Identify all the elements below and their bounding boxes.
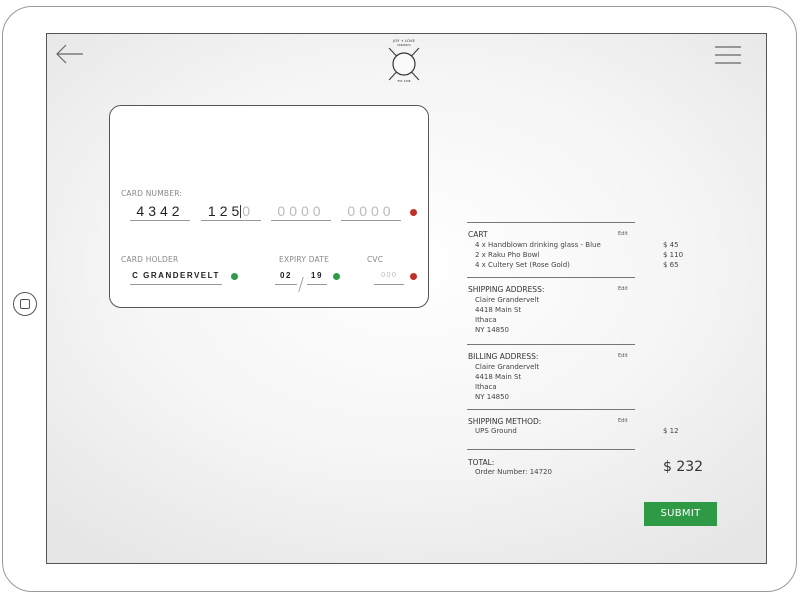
total-amount: $ 232 bbox=[663, 459, 704, 475]
back-arrow-icon[interactable] bbox=[55, 42, 85, 66]
card-number-group-4[interactable]: 0000 bbox=[341, 203, 401, 221]
cvc-label: CVC bbox=[367, 255, 384, 264]
cart-title: CART bbox=[468, 230, 488, 239]
cart-item: 2 x Raku Pho Bowl bbox=[475, 251, 540, 259]
svg-text:JOY + LOVE: JOY + LOVE bbox=[392, 38, 415, 43]
total-title: TOTAL: bbox=[468, 458, 495, 467]
svg-text:CERAMICS: CERAMICS bbox=[397, 43, 411, 47]
checkout-screen: JOY + LOVE CERAMICS EST. 1998 CARD NUMBE… bbox=[46, 33, 767, 564]
card-number-group-3[interactable]: 0000 bbox=[271, 203, 331, 221]
cart-item-price: $ 110 bbox=[663, 251, 684, 259]
address-line: Ithaca bbox=[475, 316, 497, 324]
cart-item: 4 x Handblown drinking glass - Blue bbox=[475, 241, 601, 249]
expiry-separator: / bbox=[298, 274, 305, 295]
address-line: NY 14850 bbox=[475, 393, 510, 401]
address-line: 4418 Main St bbox=[475, 373, 522, 381]
submit-button[interactable]: SUBMIT bbox=[644, 502, 717, 526]
address-line: Claire Grandervelt bbox=[475, 296, 540, 304]
cart-item-price: $ 45 bbox=[663, 241, 679, 249]
shipping-method-title: SHIPPING METHOD: bbox=[468, 417, 542, 426]
billing-address-title: BILLING ADDRESS: bbox=[468, 352, 539, 361]
card-number-group-2[interactable]: 1250 bbox=[201, 203, 261, 221]
address-line: Ithaca bbox=[475, 383, 497, 391]
cart-item: 4 x Cultery Set (Rose Gold) bbox=[475, 261, 570, 269]
cvc-status-indicator bbox=[410, 273, 417, 280]
svg-text:EST. 1998: EST. 1998 bbox=[398, 79, 411, 83]
cart-section: CART Edit 4 x Handblown drinking glass -… bbox=[467, 222, 683, 278]
card-number-label: CARD NUMBER: bbox=[121, 189, 183, 198]
shipping-method-price: $ 12 bbox=[663, 427, 679, 435]
expiry-year-input[interactable]: 19 bbox=[307, 267, 327, 285]
credit-card-form: CARD NUMBER: 4342 1250 0000 0000 CARD HO… bbox=[109, 105, 429, 308]
shipping-method-value: UPS Ground bbox=[475, 427, 517, 435]
total-section: TOTAL: Order Number: 14720 $ 232 bbox=[467, 449, 703, 490]
billing-address-section: BILLING ADDRESS: Edit Claire Grandervelt… bbox=[467, 344, 635, 410]
cart-edit-link[interactable]: Edit bbox=[618, 231, 628, 237]
brand-logo[interactable]: JOY + LOVE CERAMICS EST. 1998 bbox=[383, 38, 425, 84]
card-holder-label: CARD HOLDER bbox=[121, 255, 179, 264]
cvc-input[interactable]: 000 bbox=[374, 267, 404, 285]
card-number-group-1[interactable]: 4342 bbox=[130, 203, 190, 221]
shipping-method-section: SHIPPING METHOD: Edit UPS Ground $ 12 bbox=[467, 409, 679, 450]
order-number: Order Number: 14720 bbox=[475, 468, 552, 476]
cart-item-price: $ 65 bbox=[663, 261, 679, 269]
shipping-method-edit-link[interactable]: Edit bbox=[618, 418, 628, 424]
shipping-address-edit-link[interactable]: Edit bbox=[618, 286, 628, 292]
card-holder-status-indicator bbox=[231, 273, 238, 280]
expiry-month-input[interactable]: 02 bbox=[275, 267, 297, 285]
address-line: NY 14850 bbox=[475, 326, 510, 334]
billing-address-edit-link[interactable]: Edit bbox=[618, 353, 628, 359]
hamburger-menu-icon[interactable] bbox=[715, 46, 741, 64]
shipping-address-section: SHIPPING ADDRESS: Edit Claire Grandervel… bbox=[467, 277, 635, 345]
address-line: 4418 Main St bbox=[475, 306, 522, 314]
address-line: Claire Grandervelt bbox=[475, 363, 540, 371]
card-number-status-indicator bbox=[410, 209, 417, 216]
expiry-status-indicator bbox=[333, 273, 340, 280]
home-button-icon[interactable] bbox=[13, 292, 37, 316]
shipping-address-title: SHIPPING ADDRESS: bbox=[468, 285, 545, 294]
card-holder-input[interactable]: C GRANDERVELT bbox=[130, 267, 222, 285]
expiry-date-label: EXPIRY DATE bbox=[279, 255, 330, 264]
